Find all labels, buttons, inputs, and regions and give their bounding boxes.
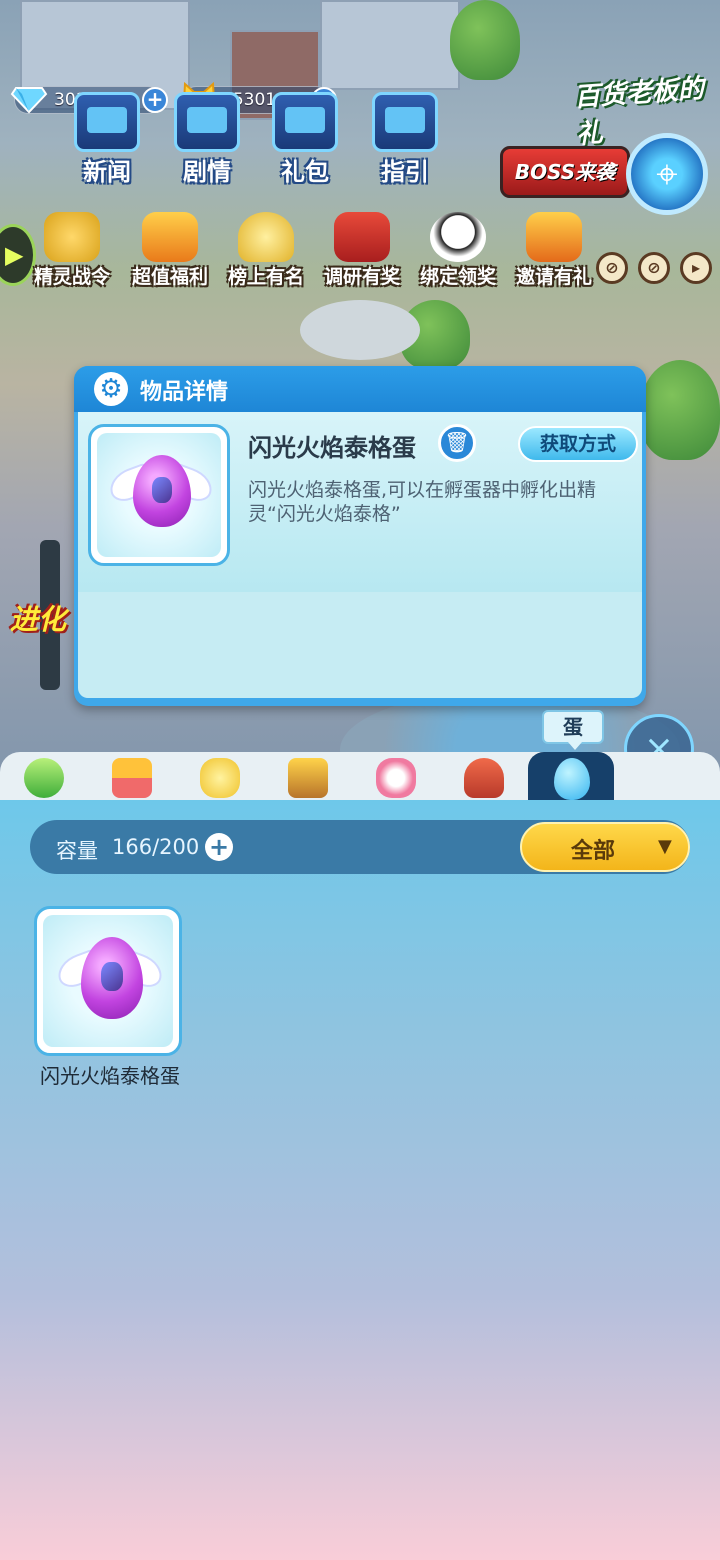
hide-ui-icon[interactable]: ⊘ (638, 252, 670, 284)
chevron-down-icon[interactable]: ▼ (658, 836, 672, 857)
menu-story-label: 剧情 (183, 158, 231, 186)
egg-icon (81, 937, 143, 1019)
plaza-ring (300, 300, 420, 360)
building (320, 0, 460, 90)
activity-ranking[interactable]: 榜上有名 (216, 212, 316, 292)
dialog-body: 闪光火焰泰格蛋 🗑 获取方式 闪光火焰泰格蛋,可以在孵蛋器中孵化出精灵“闪光火焰… (78, 412, 642, 592)
item-preview-slot (88, 424, 230, 566)
capacity-value: 166/200 (112, 835, 200, 859)
play-icon[interactable]: ▸ (680, 252, 712, 284)
news-icon (74, 92, 140, 152)
map-button[interactable] (626, 133, 708, 215)
activity-value-welfare[interactable]: 超值福利 (120, 212, 220, 292)
trophy-icon (238, 212, 294, 262)
gift-pack-icon (272, 92, 338, 152)
dialog-title: 物品详情 (140, 380, 229, 405)
dialog-header: ⚙ 物品详情 (74, 366, 646, 412)
story-icon (174, 92, 240, 152)
tree (640, 360, 720, 460)
tab-tooltip: 蛋 (542, 710, 604, 750)
blocks-icon (112, 758, 152, 798)
tab-star-wand[interactable] (184, 752, 256, 802)
menu-gift-label: 礼包 (281, 158, 329, 186)
menu-guide-label: 指引 (381, 158, 429, 186)
rocking-horse-icon (464, 758, 504, 798)
tab-blocks[interactable] (96, 752, 168, 802)
menu-news-label: 新闻 (83, 158, 131, 186)
evolve-banner: 进化 (10, 603, 67, 636)
panda-icon (430, 212, 486, 262)
egg-image (53, 937, 167, 1027)
tree (450, 0, 520, 80)
invite-letter-icon (526, 212, 582, 262)
item-preview (97, 433, 221, 557)
menu-story-button[interactable]: 剧情 (162, 92, 252, 192)
item-description: 闪光火焰泰格蛋,可以在孵蛋器中孵化出精灵“闪光火焰泰格” (248, 479, 597, 525)
mute-icon[interactable]: ⊘ (596, 252, 628, 284)
activity-bind-reward[interactable]: 绑定领奖 (408, 212, 508, 292)
activity-invite[interactable]: 邀请有礼 (504, 212, 604, 292)
obtain-method-button[interactable]: 获取方式 (518, 426, 638, 462)
dress-icon (376, 758, 416, 798)
tab-egg[interactable] (528, 752, 614, 802)
chest-icon (334, 212, 390, 262)
activity-survey[interactable]: 调研有奖 (312, 212, 412, 292)
gift-box-icon (142, 212, 198, 262)
trash-icon[interactable]: 🗑 (438, 424, 476, 462)
activity-label: 精灵战令 (33, 266, 110, 288)
diamond-icon (10, 80, 48, 114)
item-detail-dialog: ⚙ 物品详情 闪光火焰泰格蛋 🗑 获取方式 闪光火焰泰格蛋,可以在孵蛋器中孵化出… (74, 366, 646, 706)
expand-capacity-button[interactable]: + (205, 833, 233, 861)
activity-label: 邀请有礼 (515, 266, 592, 288)
egg-image (105, 455, 217, 535)
boss-event-button[interactable]: BOSS来袭 (500, 146, 630, 198)
inventory-slot[interactable] (34, 906, 182, 1056)
battery-icon (24, 758, 64, 798)
egg-icon (554, 758, 590, 800)
slot-content (43, 915, 173, 1047)
menu-gift-button[interactable]: 礼包 (260, 92, 350, 192)
capacity-label: 容量 (56, 839, 98, 863)
activity-spirit-pass[interactable]: 精灵战令 (22, 212, 122, 292)
spirit-pass-icon (44, 212, 100, 262)
menu-news-button[interactable]: 新闻 (62, 92, 152, 192)
item-name: 闪光火焰泰格蛋 (248, 434, 416, 462)
menu-guide-button[interactable]: 指引 (360, 92, 450, 192)
inventory-item-name: 闪光火焰泰格蛋 (40, 1064, 180, 1088)
star-wand-icon (200, 758, 240, 798)
tab-star-box[interactable] (272, 752, 344, 802)
tab-dress[interactable] (360, 752, 432, 802)
tab-rocking-horse[interactable] (448, 752, 520, 802)
tab-battery[interactable] (8, 752, 80, 802)
filter-label[interactable]: 全部 (548, 833, 638, 865)
gear-icon: ⚙ (94, 372, 128, 406)
star-box-icon (288, 758, 328, 798)
guide-icon (372, 92, 438, 152)
dialog-footer (78, 592, 642, 698)
